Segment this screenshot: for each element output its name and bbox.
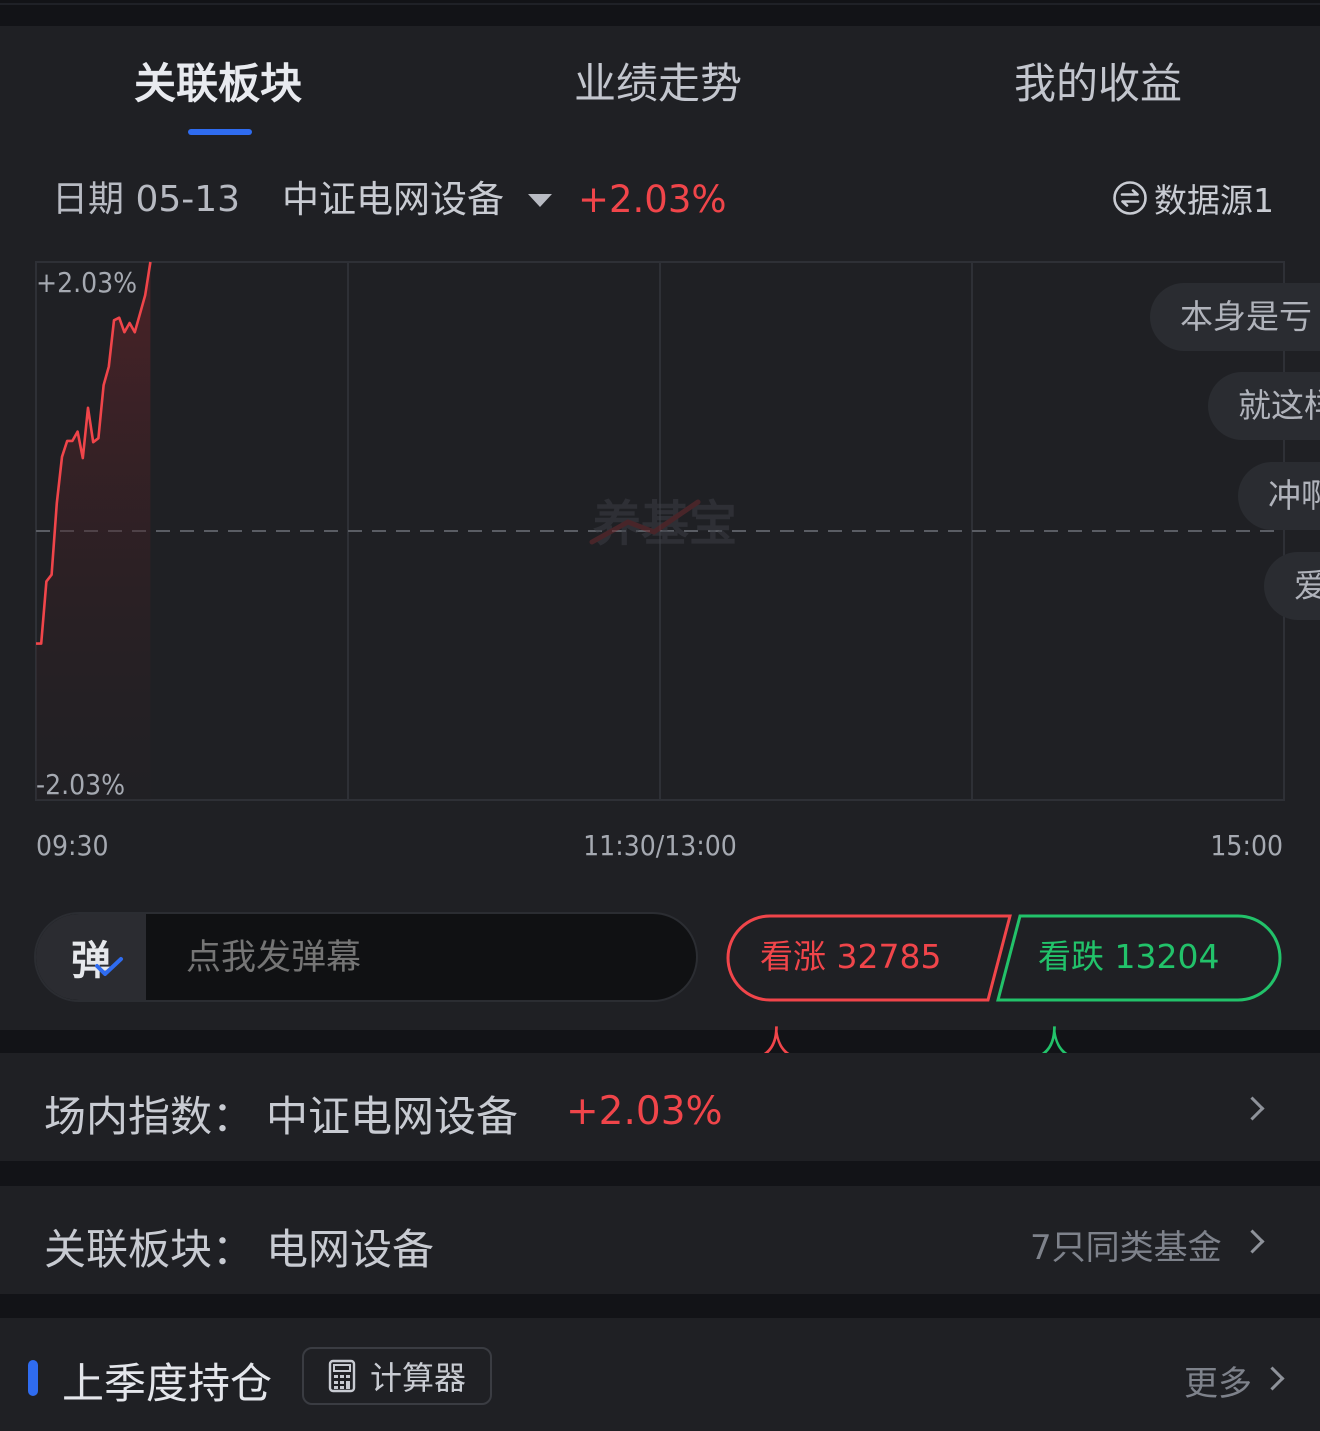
data-source-button[interactable]: 数据源1 [1112, 174, 1274, 222]
chevron-right-icon[interactable] [1240, 1229, 1265, 1254]
danmaku-bubble[interactable]: 冲啊 [1238, 462, 1320, 530]
y-bottom-label: -2.03% [36, 768, 125, 801]
date-label: 日期 05-13 [52, 179, 241, 220]
y-top-label: +2.03% [36, 266, 137, 299]
top-strip [0, 0, 1320, 26]
danmaku-toggle-button[interactable]: 弹 [36, 914, 146, 1000]
section-accent-bar [28, 1360, 38, 1396]
chart-watermark: 养基宝 [589, 496, 737, 552]
x-tick-label: 11:30/13:00 [583, 829, 737, 862]
index-row[interactable]: 场内指数： 中证电网设备 +2.03% [0, 1053, 1320, 1161]
x-tick-label: 09:30 [36, 829, 109, 862]
tab-my-earnings[interactable]: 我的收益 [948, 56, 1248, 112]
danmaku-bubble[interactable]: 本身是亏 [1150, 283, 1320, 351]
vote-up-label[interactable]: 看涨 32785 人 [760, 914, 980, 1062]
sector-row[interactable]: 关联板块： 电网设备 7只同类基金 [0, 1186, 1320, 1294]
index-row-title: 场内指数： [44, 1092, 255, 1141]
series-area [36, 262, 151, 800]
danmaku-input-bar[interactable]: 弹 [34, 912, 698, 1002]
index-selector[interactable]: 中证电网设备 [282, 176, 504, 224]
chevron-right-icon[interactable] [1240, 1096, 1265, 1121]
caret-down-icon[interactable] [528, 194, 552, 207]
calculator-button[interactable]: 计算器 [302, 1347, 492, 1405]
vote-down-label[interactable]: 看跌 13204 人 [1038, 914, 1258, 1062]
danmaku-input[interactable] [184, 914, 688, 1000]
index-change: +2.03% [578, 178, 727, 221]
sector-row-name: 电网设备 [266, 1225, 435, 1274]
intraday-chart: 养基宝 +2.03% -2.03% 09:30 11:30/13:00 15:0… [35, 261, 1285, 862]
chevron-right-icon[interactable] [1260, 1366, 1285, 1391]
holdings-title: 上季度持仓 [62, 1359, 273, 1408]
tab-performance-trend[interactable]: 业绩走势 [508, 56, 808, 112]
calculator-label: 计算器 [369, 1359, 466, 1397]
x-tick-label: 15:00 [1210, 829, 1283, 862]
more-link[interactable]: 更多 [1184, 1356, 1252, 1405]
active-tab-indicator [188, 129, 252, 135]
check-icon [95, 957, 123, 976]
swap-icon [1113, 181, 1147, 215]
tab-related-sector[interactable]: 关联板块 [68, 56, 368, 112]
calculator-icon [328, 1359, 356, 1393]
sector-row-title: 关联板块： [44, 1225, 255, 1274]
similar-funds-link[interactable]: 7只同类基金 [1030, 1220, 1222, 1269]
holdings-row: 上季度持仓 计算器 更多 [0, 1318, 1320, 1431]
data-source-label: 数据源1 [1154, 181, 1274, 220]
index-row-name: 中证电网设备 [266, 1092, 519, 1141]
danmaku-bubble[interactable]: 就这样 [1208, 372, 1320, 440]
index-row-change: +2.03% [566, 1089, 723, 1134]
chart-area [36, 262, 151, 800]
